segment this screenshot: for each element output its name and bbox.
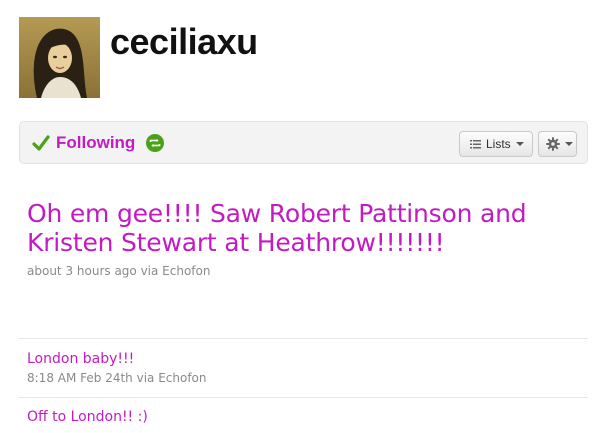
tweet-text: Off to London!! :) <box>27 409 148 425</box>
divider <box>19 338 588 339</box>
actions-button[interactable] <box>538 131 577 157</box>
list-icon <box>470 139 481 148</box>
profile-username: ceciliaxu <box>110 21 258 62</box>
latest-tweet-meta[interactable]: about 3 hours ago via Echofon <box>27 263 567 279</box>
chevron-down-icon <box>515 142 524 146</box>
lists-button[interactable]: Lists <box>459 131 533 157</box>
tweet-text: London baby!!! <box>27 351 135 367</box>
retweet-icon[interactable] <box>146 134 165 152</box>
divider <box>19 397 588 398</box>
chevron-down-icon <box>565 142 573 146</box>
tweet-list-item: London baby!!! 8:18 AM Feb 24th via Echo… <box>27 350 567 386</box>
profile-page: ceciliaxu Following Lists Oh em gee!!!! … <box>0 0 604 433</box>
latest-tweet-text: Oh em gee!!!! Saw Robert Pattinson and K… <box>27 199 527 257</box>
follow-bar: Following Lists <box>19 121 588 164</box>
following-button[interactable]: Following <box>31 131 165 155</box>
following-label: Following <box>56 133 136 152</box>
tweet-meta[interactable]: 8:18 AM Feb 24th via Echofon <box>27 370 567 386</box>
latest-tweet: Oh em gee!!!! Saw Robert Pattinson and K… <box>27 199 567 279</box>
check-icon <box>32 135 50 151</box>
lists-label: Lists <box>486 137 511 151</box>
avatar[interactable] <box>19 17 100 98</box>
gear-icon <box>546 137 560 151</box>
tweet-list-item: Off to London!! :) <box>27 408 567 426</box>
